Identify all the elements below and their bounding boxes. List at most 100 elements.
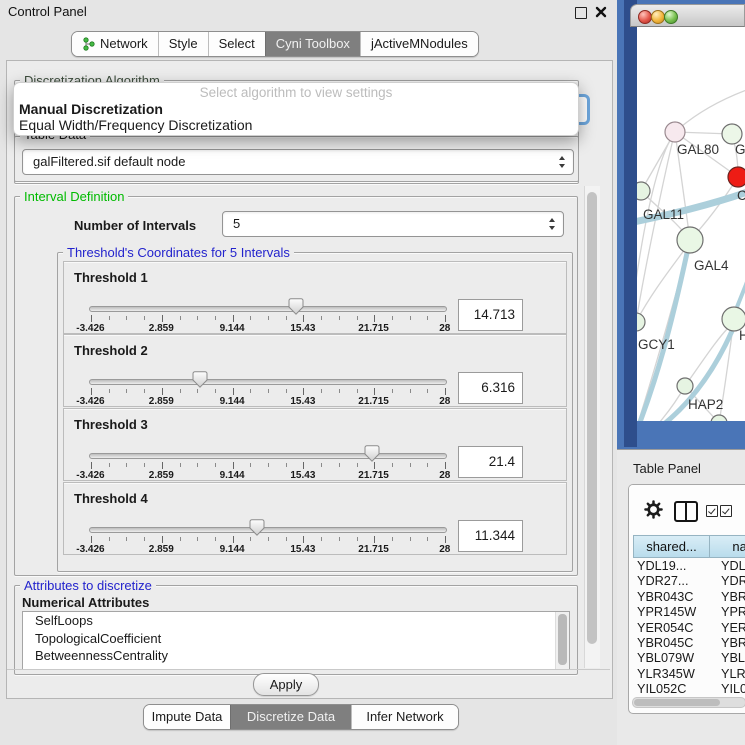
threshold-1-slider[interactable]: -3.4262.8599.14415.4321.71528 — [89, 298, 447, 333]
table-panel: shared... na... YDL19...YDL19YDR27...YDR… — [628, 484, 745, 714]
cell-name: YIL05 — [713, 682, 745, 697]
threshold-2-slider[interactable]: -3.4262.8599.14415.4321.71528 — [89, 371, 447, 406]
slider-tick-labels: -3.4262.8599.14415.4321.71528 — [91, 544, 445, 555]
network-node-gcy1[interactable] — [637, 313, 645, 331]
threshold-4-slider[interactable]: -3.4262.8599.14415.4321.71528 — [89, 519, 447, 554]
table-row[interactable]: YDR27...YDR27 — [629, 574, 745, 589]
float-window-icon[interactable] — [575, 7, 587, 19]
gear-icon[interactable] — [644, 500, 663, 519]
network-node[interactable] — [711, 415, 727, 421]
tab-cyni-toolbox[interactable]: Cyni Toolbox — [265, 32, 360, 56]
minimize-traffic-light-icon[interactable] — [651, 10, 665, 24]
cell-name: YBR04 — [713, 636, 745, 651]
table-row[interactable]: YLR345WYLR34 — [629, 667, 745, 682]
number-of-intervals-combobox[interactable]: 5 — [222, 211, 564, 237]
tab-style[interactable]: Style — [158, 32, 208, 56]
checkbox-icon[interactable] — [720, 505, 732, 517]
threshold-4-value-field[interactable]: 11.344 — [458, 520, 523, 552]
zoom-traffic-light-icon[interactable] — [664, 10, 678, 24]
list-item[interactable]: BetweennessCentrality — [23, 647, 569, 665]
list-item[interactable]: SelfLoops — [23, 612, 569, 630]
slider-tick-labels: -3.4262.8599.14415.4321.71528 — [91, 470, 445, 481]
network-node-gal4[interactable] — [677, 227, 703, 253]
table-row[interactable]: YBR045CYBR04 — [629, 636, 745, 651]
tick-label: 15.43 — [290, 323, 315, 334]
threshold-3-slider[interactable]: -3.4262.8599.14415.4321.71528 — [89, 445, 447, 480]
threshold-1-panel: Threshold 1 -3.4262.8599.14415.4321.7152… — [63, 261, 567, 334]
threshold-2-label: Threshold 2 — [74, 343, 148, 358]
close-traffic-light-icon[interactable] — [638, 10, 652, 24]
network-window-titlebar[interactable] — [630, 4, 745, 27]
control-panel-window: Control Panel NetworkStyleSelect Cyni Too… — [0, 0, 617, 745]
slider-thumb[interactable] — [288, 298, 303, 315]
table-horizontal-scrollbar[interactable] — [632, 697, 745, 708]
close-icon[interactable] — [595, 6, 607, 18]
slider-tick-labels: -3.4262.8599.14415.4321.71528 — [91, 396, 445, 407]
columns-icon[interactable] — [674, 501, 698, 522]
list-vertical-scrollbar[interactable] — [555, 612, 569, 669]
slider-track[interactable] — [89, 527, 447, 533]
table-panel-title: Table Panel — [633, 461, 701, 476]
tab-network[interactable]: Network — [72, 32, 158, 56]
tab-label: Cyni Toolbox — [276, 32, 350, 56]
table-data-combobox[interactable]: galFiltered.sif default node — [22, 149, 574, 175]
tick-label: 9.144 — [220, 470, 245, 481]
numerical-attributes-list[interactable]: SelfLoopsTopologicalCoefficientBetweenne… — [22, 611, 570, 670]
threshold-3-value-field[interactable]: 21.4 — [458, 446, 523, 478]
table-row[interactable]: YPR145WYPR14 — [629, 605, 745, 620]
slider-thumb[interactable] — [192, 371, 207, 388]
network-node-hap2[interactable] — [677, 378, 693, 394]
slider-track[interactable] — [89, 453, 447, 459]
network-node-gal80[interactable] — [665, 122, 685, 142]
dropdown-option[interactable]: Equal Width/Frequency Discretization — [19, 117, 252, 133]
network-node[interactable] — [722, 124, 742, 144]
tick-label: -3.426 — [76, 323, 104, 334]
slider-thumb[interactable] — [250, 519, 265, 536]
slider-track[interactable] — [89, 379, 447, 385]
apply-button[interactable]: Apply — [253, 673, 319, 696]
network-view-canvas[interactable]: GAL80GAL11GAL4GCY1HAP2GACH — [637, 27, 745, 421]
table-row[interactable]: YBR043CYBR04 — [629, 590, 745, 605]
threshold-1-label: Threshold 1 — [74, 270, 148, 285]
scrollbar-thumb[interactable] — [587, 192, 597, 644]
checkbox-icon[interactable] — [706, 505, 718, 517]
tick-label: 2.859 — [149, 470, 174, 481]
table-row[interactable]: YDL19...YDL19 — [629, 559, 745, 574]
table-toolbar — [629, 485, 745, 534]
table-row[interactable]: YBL079WYBL07 — [629, 651, 745, 666]
network-node-label: HAP2 — [688, 397, 723, 412]
cell-name: YLR34 — [713, 667, 745, 682]
tab-label: Discretize Data — [247, 705, 335, 729]
tick-label: 21.715 — [358, 470, 389, 481]
table-row[interactable]: YIL052CYIL05 — [629, 682, 745, 697]
cell-shared-name: YDR27... — [629, 574, 713, 589]
table-row[interactable]: YER054CYER05 — [629, 621, 745, 636]
scrollbar-thumb[interactable] — [558, 614, 567, 665]
slider-thumb[interactable] — [364, 445, 379, 462]
divider — [7, 669, 610, 670]
cell-shared-name: YLR345W — [629, 667, 713, 682]
list-item[interactable]: TopologicalCoefficient — [23, 630, 569, 648]
dropdown-option[interactable]: Manual Discretization — [19, 101, 163, 117]
tab-infer-network[interactable]: Infer Network — [351, 705, 458, 729]
column-header-name[interactable]: na... — [709, 535, 745, 558]
tick-label: 28 — [439, 544, 450, 555]
threshold-2-value-field[interactable]: 6.316 — [458, 372, 523, 404]
control-panel-titlebar: Control Panel — [0, 0, 617, 24]
scrollbar-thumb[interactable] — [634, 699, 720, 706]
tab-impute-data[interactable]: Impute Data — [144, 705, 230, 729]
tab-jactivemnodules[interactable]: jActiveMNodules — [360, 32, 478, 56]
slider-track[interactable] — [89, 306, 447, 312]
tick-label: 9.144 — [220, 544, 245, 555]
network-icon — [82, 37, 95, 51]
slider-ticks — [91, 536, 445, 544]
panel-vertical-scrollbar[interactable] — [584, 186, 600, 668]
network-node-label: GA — [735, 142, 745, 157]
tab-select[interactable]: Select — [208, 32, 265, 56]
network-node[interactable] — [728, 167, 745, 187]
number-of-intervals-value: 5 — [233, 212, 240, 236]
threshold-1-value-field[interactable]: 14.713 — [458, 299, 523, 331]
column-header-shared-name[interactable]: shared... — [633, 535, 710, 558]
tab-discretize-data[interactable]: Discretize Data — [230, 705, 351, 729]
network-node-gal11[interactable] — [637, 182, 650, 200]
